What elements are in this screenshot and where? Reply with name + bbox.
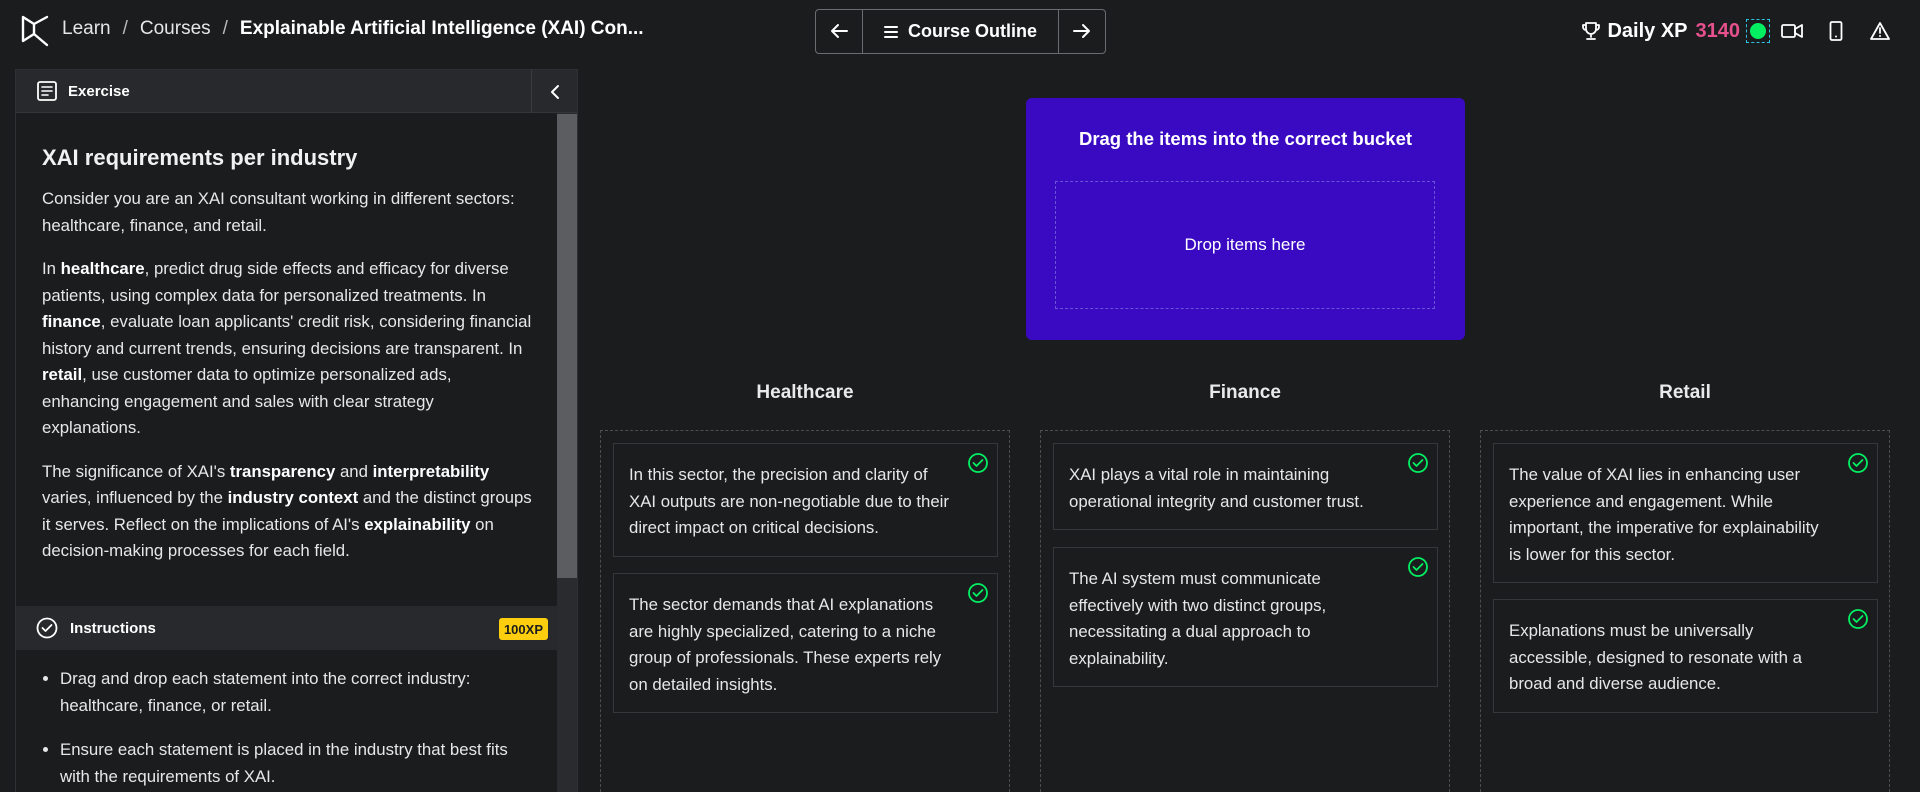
previous-exercise-button[interactable] (816, 10, 862, 52)
drag-instruction-title: Drag the items into the correct bucket (1078, 128, 1413, 149)
instructions-list: Drag and drop each statement into the co… (16, 666, 558, 792)
bucket-retail[interactable]: The value of XAI lies in enhancing user … (1480, 430, 1890, 792)
bucket-title-retail: Retail (1659, 382, 1711, 403)
instruction-item: Drag and drop each statement into the co… (60, 666, 538, 719)
warning-icon (1870, 22, 1890, 40)
bucket-healthcare[interactable]: In this sector, the precision and clarit… (600, 430, 1010, 792)
draggable-item[interactable]: The AI system must communicate effective… (1053, 547, 1438, 687)
report-issue-button[interactable] (1858, 14, 1902, 48)
context-paragraph-2: In healthcare, predict drug side effects… (42, 259, 532, 437)
daily-xp-value: 3140 (1695, 19, 1741, 42)
item-text: The sector demands that AI explanations … (629, 595, 942, 694)
check-circle-icon (968, 453, 988, 473)
draggable-item[interactable]: The value of XAI lies in enhancing user … (1493, 443, 1878, 583)
exercise-panel: Exercise XAI requirements per industry C… (15, 69, 578, 792)
breadcrumb-learn[interactable]: Learn (62, 18, 111, 40)
daily-xp[interactable]: Daily XP 3140 (1581, 20, 1740, 43)
menu-icon (883, 25, 898, 38)
item-text: Explanations must be universally accessi… (1509, 621, 1802, 693)
top-bar: Learn / Courses / Explainable Artificial… (0, 0, 1920, 62)
drag-source-card: Drag the items into the correct bucket D… (1026, 98, 1465, 340)
arrow-left-icon (831, 24, 848, 38)
breadcrumb: Learn / Courses / Explainable Artificial… (62, 18, 644, 40)
course-outline-label: Course Outline (907, 21, 1037, 41)
item-text: XAI plays a vital role in maintaining op… (1069, 465, 1364, 511)
bucket-title-healthcare: Healthcare (756, 382, 854, 403)
scrollbar-thumb[interactable] (557, 114, 577, 578)
collapse-panel-button[interactable] (531, 70, 577, 113)
check-circle-icon (968, 583, 988, 603)
exercise-title: XAI requirements per industry (42, 145, 358, 170)
item-text: The value of XAI lies in enhancing user … (1509, 465, 1819, 564)
status-indicator[interactable] (1746, 19, 1770, 43)
course-outline-button[interactable]: Course Outline (862, 10, 1059, 53)
arrow-right-icon (1073, 24, 1090, 38)
course-navigation: Course Outline (815, 9, 1106, 54)
video-button[interactable] (1770, 14, 1814, 48)
draggable-item[interactable]: XAI plays a vital role in maintaining op… (1053, 443, 1438, 530)
next-exercise-button[interactable] (1059, 10, 1105, 52)
item-text: In this sector, the precision and clarit… (629, 465, 949, 537)
breadcrumb-separator: / (122, 18, 128, 39)
mobile-icon (1829, 21, 1843, 41)
bucket-title-finance: Finance (1209, 382, 1281, 403)
draggable-item[interactable]: The sector demands that AI explanations … (613, 573, 998, 713)
breadcrumb-current-course[interactable]: Explainable Artificial Intelligence (XAI… (240, 18, 644, 40)
context-paragraph-3: The significance of XAI's transparency a… (42, 461, 532, 561)
item-text: The AI system must communicate effective… (1069, 569, 1327, 668)
instructions-header: Instructions 100XP (16, 606, 558, 650)
daily-xp-label: Daily XP (1607, 19, 1688, 42)
breadcrumb-separator: / (222, 18, 228, 39)
status-dot-icon (1750, 23, 1766, 39)
draggable-item[interactable]: Explanations must be universally accessi… (1493, 599, 1878, 713)
instructions-label: Instructions (70, 619, 156, 637)
instruction-item: Ensure each statement is placed in the i… (60, 737, 538, 790)
video-icon (1781, 24, 1803, 38)
check-circle-icon (1848, 453, 1868, 473)
exercise-content: XAI requirements per industry Consider y… (16, 113, 558, 582)
xp-badge: 100XP (498, 618, 548, 640)
bucket-finance[interactable]: XAI plays a vital role in maintaining op… (1040, 430, 1450, 792)
context-paragraph-1: Consider you are an XAI consultant worki… (42, 189, 515, 235)
breadcrumb-courses[interactable]: Courses (140, 18, 211, 40)
check-circle-icon (1408, 453, 1428, 473)
exercise-header-label: Exercise (68, 82, 130, 100)
draggable-item[interactable]: In this sector, the precision and clarit… (613, 443, 998, 557)
header-tools: Daily XP 3140 (1581, 14, 1902, 48)
trophy-icon (1582, 22, 1601, 40)
check-circle-icon (1408, 557, 1428, 577)
drop-area[interactable]: Drop items here (1055, 181, 1435, 309)
chevron-left-icon (550, 84, 559, 99)
datacamp-logo-icon[interactable] (20, 14, 50, 48)
mobile-button[interactable] (1814, 14, 1858, 48)
exercise-header: Exercise (16, 70, 577, 113)
check-circle-icon (1848, 609, 1868, 629)
exercise-icon (37, 81, 57, 101)
check-circle-icon (36, 617, 58, 639)
